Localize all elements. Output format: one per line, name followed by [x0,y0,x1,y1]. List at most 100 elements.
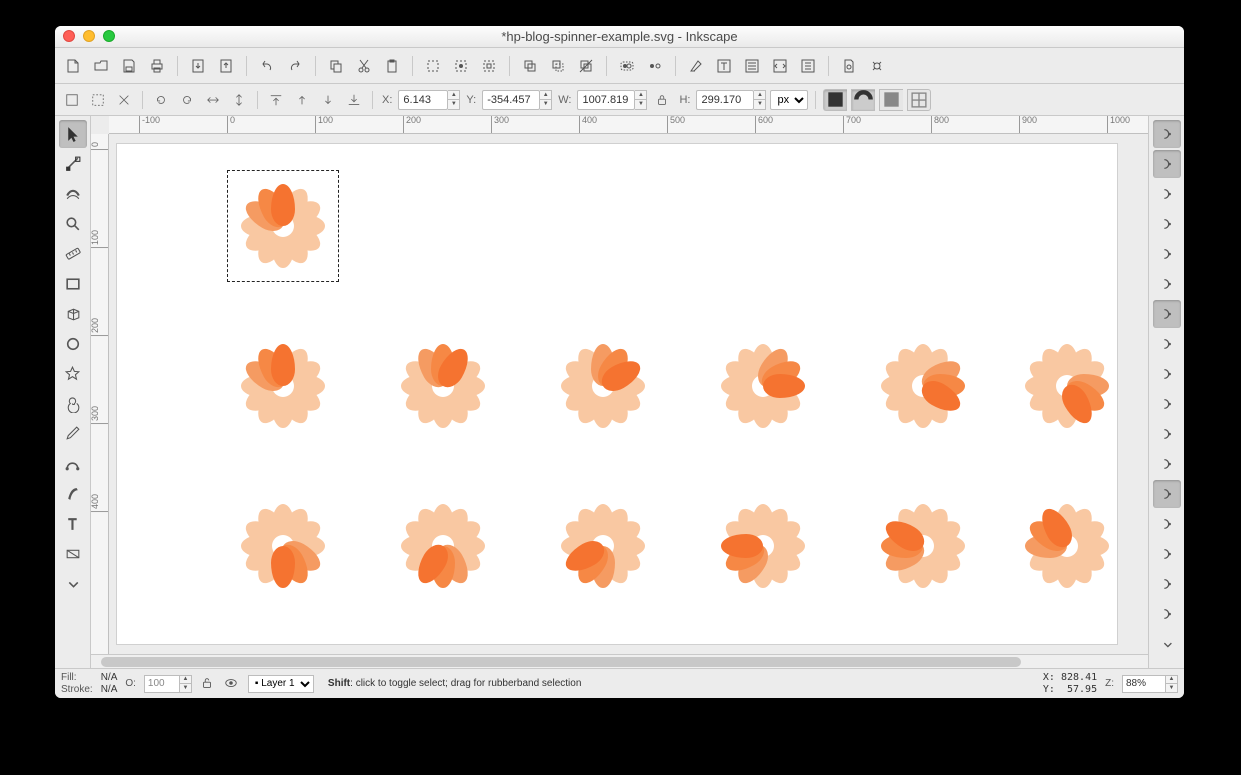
layer-visibility-icon[interactable] [224,676,240,692]
rotate-ccw-icon[interactable] [150,89,172,111]
layer-select[interactable]: ▪ Layer 1 [248,675,314,693]
snap-page-icon[interactable] [1153,600,1181,628]
ruler-horizontal[interactable]: -10001002003004005006007008009001000 [109,116,1148,134]
lock-aspect-icon[interactable] [651,89,673,111]
snap-bbox-center-icon[interactable] [1153,270,1181,298]
unit-select[interactable]: px [770,90,808,110]
spinner-graphic[interactable] [713,336,813,436]
zoom-page-icon[interactable] [477,54,501,78]
tweak-tool[interactable] [59,180,87,208]
snap-bbox-icon[interactable] [1153,150,1181,178]
spinner-graphic[interactable] [233,336,333,436]
align-icon[interactable] [796,54,820,78]
spinner-graphic[interactable] [713,496,813,596]
snap-line-midpoint-icon[interactable] [1153,450,1181,478]
snap-bbox-midpoint-icon[interactable] [1153,240,1181,268]
scale-stroke-toggle[interactable] [823,89,847,111]
spinner-graphic[interactable] [873,336,973,436]
group-icon[interactable] [615,54,639,78]
gradient-tool[interactable] [59,540,87,568]
lower-bottom-icon[interactable] [343,89,365,111]
snap-other-icon[interactable] [1153,570,1181,598]
stroke-value[interactable]: N/A [101,684,118,696]
lower-icon[interactable] [317,89,339,111]
spinner-graphic[interactable] [873,496,973,596]
rotate-cw-icon[interactable] [176,89,198,111]
bezier-tool[interactable] [59,450,87,478]
snap-smooth-icon[interactable] [1153,420,1181,448]
clone-icon[interactable] [546,54,570,78]
fill-stroke-icon[interactable] [684,54,708,78]
zoom-spinner[interactable]: ▲▼ [1166,675,1178,693]
snap-bbox-corner-icon[interactable] [1153,210,1181,238]
ungroup-icon[interactable] [643,54,667,78]
snap-path-icon[interactable] [1153,330,1181,358]
cut-icon[interactable] [352,54,376,78]
select-all-layers-icon[interactable] [61,89,83,111]
select-all-icon[interactable] [87,89,109,111]
x-input[interactable] [398,90,448,110]
spinner-graphic[interactable] [393,336,493,436]
spinner-graphic[interactable] [233,496,333,596]
print-icon[interactable] [145,54,169,78]
scrollbar-thumb[interactable] [101,657,1021,667]
zoom-tool[interactable] [59,210,87,238]
deselect-icon[interactable] [113,89,135,111]
snap-bbox-edge-icon[interactable] [1153,180,1181,208]
snap-nodes-icon[interactable] [1153,300,1181,328]
document-properties-icon[interactable] [837,54,861,78]
move-patterns-toggle[interactable] [907,89,931,111]
selector-tool[interactable] [59,120,87,148]
flip-h-icon[interactable] [202,89,224,111]
preferences-icon[interactable] [865,54,889,78]
new-document-icon[interactable] [61,54,85,78]
export-icon[interactable] [214,54,238,78]
measure-tool[interactable] [59,240,87,268]
unlink-clone-icon[interactable] [574,54,598,78]
w-spinner[interactable]: ▲▼ [635,90,647,110]
zoom-drawing-icon[interactable] [449,54,473,78]
horizontal-scrollbar[interactable] [91,654,1148,668]
zoom-selection-icon[interactable] [421,54,445,78]
minimize-window-button[interactable] [83,30,95,42]
text-dialog-icon[interactable] [712,54,736,78]
node-tool[interactable] [59,150,87,178]
snap-object-center-icon[interactable] [1153,480,1181,508]
scale-corners-toggle[interactable] [851,89,875,111]
h-spinner[interactable]: ▲▼ [754,90,766,110]
y-spinner[interactable]: ▲▼ [540,90,552,110]
box3d-tool[interactable] [59,300,87,328]
spinner-graphic[interactable] [1017,496,1117,596]
snap-enable-icon[interactable] [1153,120,1181,148]
rectangle-tool[interactable] [59,270,87,298]
xml-icon[interactable] [768,54,792,78]
spiral-tool[interactable] [59,390,87,418]
open-icon[interactable] [89,54,113,78]
spinner-graphic[interactable] [393,496,493,596]
spinner-graphic[interactable] [553,496,653,596]
save-icon[interactable] [117,54,141,78]
close-window-button[interactable] [63,30,75,42]
zoom-input[interactable] [1122,675,1166,693]
flip-v-icon[interactable] [228,89,250,111]
pencil-tool[interactable] [59,420,87,448]
redo-icon[interactable] [283,54,307,78]
snap-rotation-center-icon[interactable] [1153,510,1181,538]
opacity-input[interactable] [144,675,180,693]
y-input[interactable] [482,90,540,110]
opacity-spinner[interactable]: ▲▼ [180,675,192,693]
ruler-vertical[interactable]: 0100200300400 [91,134,109,654]
ellipse-tool[interactable] [59,330,87,358]
snap-intersection-icon[interactable] [1153,360,1181,388]
copy-icon[interactable] [324,54,348,78]
more-tools[interactable] [59,570,87,598]
more-snap-icon[interactable] [1153,630,1181,658]
raise-top-icon[interactable] [265,89,287,111]
duplicate-icon[interactable] [518,54,542,78]
raise-icon[interactable] [291,89,313,111]
star-tool[interactable] [59,360,87,388]
calligraphy-tool[interactable] [59,480,87,508]
undo-icon[interactable] [255,54,279,78]
paste-icon[interactable] [380,54,404,78]
layer-lock-icon[interactable] [200,676,216,692]
